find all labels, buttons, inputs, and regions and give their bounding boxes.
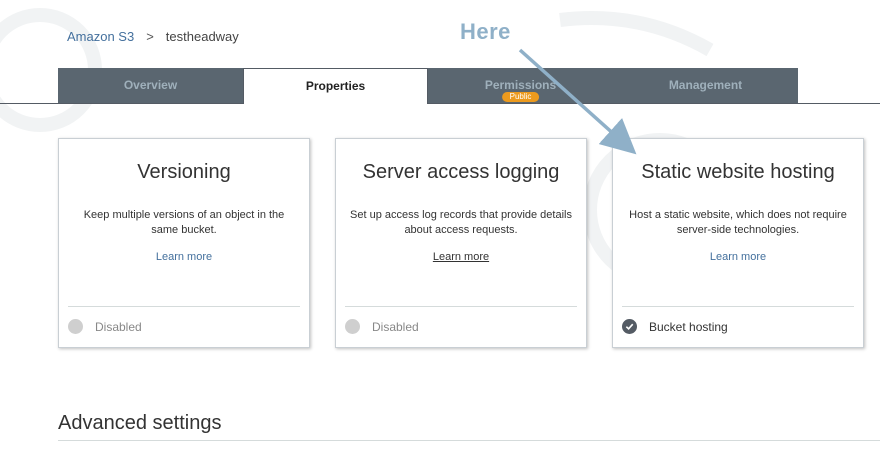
card-status: Disabled xyxy=(345,319,419,334)
card-divider xyxy=(622,306,854,307)
card-title: Versioning xyxy=(137,161,231,183)
tab-properties-label: Properties xyxy=(305,79,366,93)
tab-overview-label: Overview xyxy=(123,78,178,92)
breadcrumb-amazon-s3-link[interactable]: Amazon S3 xyxy=(67,29,134,44)
status-label: Disabled xyxy=(372,319,419,334)
static-website-hosting-card[interactable]: Static website hosting Host a static web… xyxy=(612,138,864,348)
annotation-label: Here xyxy=(460,19,511,44)
breadcrumb-separator: > xyxy=(146,29,154,44)
tab-management-label: Management xyxy=(668,78,743,92)
card-title: Server access logging xyxy=(362,161,560,183)
card-divider xyxy=(345,306,577,307)
tab-permissions[interactable]: Permissions Public xyxy=(428,68,613,103)
disabled-dot-icon xyxy=(68,319,83,334)
tab-properties[interactable]: Properties xyxy=(243,68,428,104)
learn-more-link[interactable]: Learn more xyxy=(710,251,766,263)
check-circle-icon xyxy=(622,319,637,334)
server-access-logging-card[interactable]: Server access logging Set up access log … xyxy=(335,138,587,348)
tabs-divider xyxy=(0,103,880,104)
learn-more-link[interactable]: Learn more xyxy=(156,251,212,263)
card-description: Host a static website, which does not re… xyxy=(629,209,847,236)
breadcrumb-current-bucket: testheadway xyxy=(165,29,239,44)
public-badge: Public xyxy=(501,92,540,102)
card-description: Keep multiple versions of an object in t… xyxy=(83,209,285,236)
card-status: Bucket hosting xyxy=(622,319,728,334)
tab-overview[interactable]: Overview xyxy=(58,68,243,103)
card-divider xyxy=(68,306,300,307)
advanced-settings-divider xyxy=(58,440,880,441)
advanced-settings-heading: Advanced settings xyxy=(58,412,222,434)
status-label: Disabled xyxy=(95,319,142,334)
tab-management[interactable]: Management xyxy=(613,68,798,103)
learn-more-link[interactable]: Learn more xyxy=(433,251,489,263)
card-description: Set up access log records that provide d… xyxy=(350,209,572,236)
status-label: Bucket hosting xyxy=(649,319,728,334)
tab-permissions-label: Permissions xyxy=(484,78,557,92)
breadcrumb: Amazon S3 > testheadway xyxy=(67,29,239,44)
card-status: Disabled xyxy=(68,319,142,334)
card-title: Static website hosting xyxy=(641,161,835,183)
disabled-dot-icon xyxy=(345,319,360,334)
versioning-card[interactable]: Versioning Keep multiple versions of an … xyxy=(58,138,310,348)
